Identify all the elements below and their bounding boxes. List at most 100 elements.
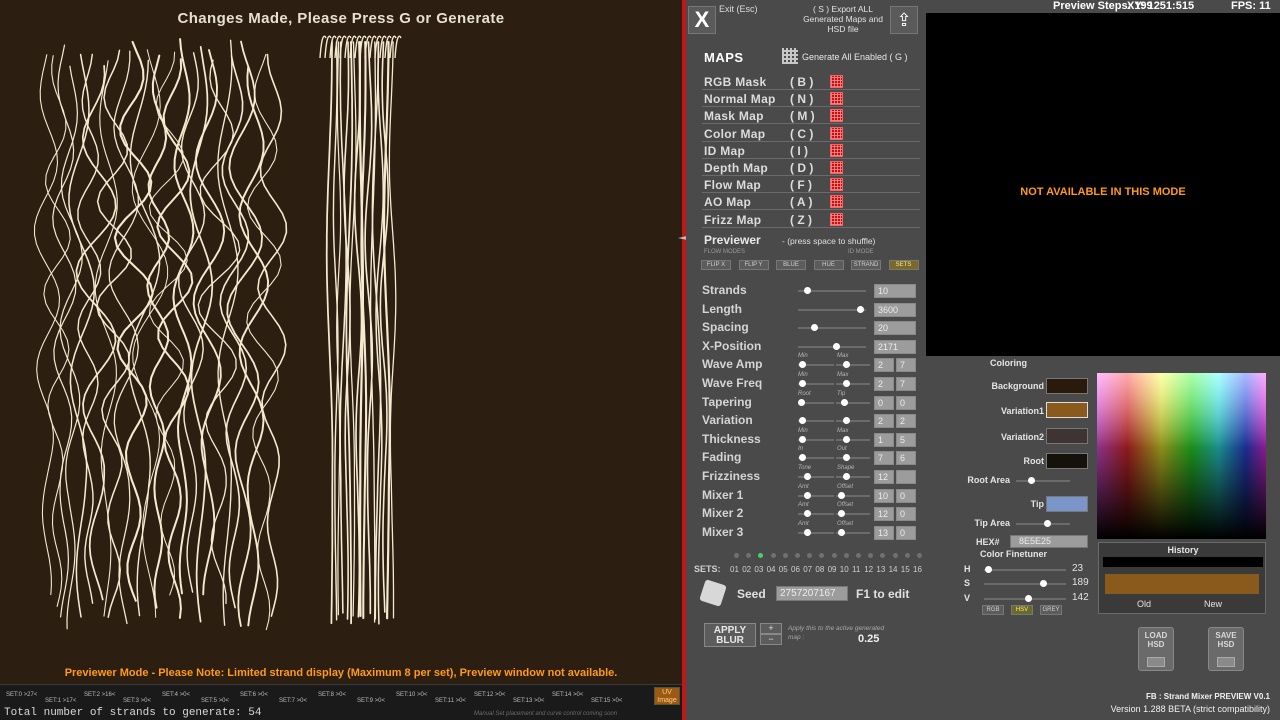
root-swatch[interactable]: [1046, 453, 1088, 469]
dice-icon[interactable]: [699, 579, 727, 607]
set-number[interactable]: 11: [852, 565, 860, 574]
map-row[interactable]: Normal Map ( N ): [702, 91, 920, 108]
h-knob[interactable]: [985, 566, 992, 573]
set-number[interactable]: 01: [730, 565, 739, 574]
param-slider-knob-b[interactable]: [843, 435, 850, 443]
grid-icon[interactable]: [782, 48, 798, 64]
param-value-a[interactable]: 10: [874, 488, 894, 503]
mode-button[interactable]: STRAND: [851, 260, 881, 270]
set-number[interactable]: 14: [889, 565, 898, 574]
load-hsd-button[interactable]: LOAD HSD: [1138, 627, 1174, 671]
param-slider-b[interactable]: [836, 438, 870, 441]
param-value[interactable]: 20: [874, 321, 916, 336]
param-value-b[interactable]: 5: [896, 432, 916, 447]
param-value-a[interactable]: 12: [874, 507, 894, 522]
set-number[interactable]: 04: [767, 565, 776, 574]
param-slider-b[interactable]: [836, 420, 870, 423]
param-slider[interactable]: [798, 345, 866, 348]
map-row[interactable]: Mask Map ( M ): [702, 108, 920, 125]
mode-button[interactable]: FLIP X: [701, 260, 731, 270]
param-slider-knob-b[interactable]: [841, 398, 848, 406]
param-slider-knob-b[interactable]: [843, 380, 850, 387]
mode-button[interactable]: HUE: [813, 260, 844, 270]
param-value-b[interactable]: 6: [896, 451, 916, 466]
param-slider[interactable]: [798, 308, 866, 311]
param-slider-b[interactable]: [836, 457, 870, 460]
apply-blur-button[interactable]: APPLY BLUR: [704, 623, 756, 647]
param-value-a[interactable]: 13: [874, 525, 894, 540]
param-value-b[interactable]: 0: [896, 525, 916, 540]
set-number[interactable]: 08: [815, 565, 824, 574]
v-knob[interactable]: [1025, 595, 1032, 602]
param-value-b[interactable]: 0: [896, 488, 916, 503]
map-enabled-icon[interactable]: [830, 178, 843, 192]
s-knob[interactable]: [1040, 580, 1047, 587]
history-new-swatch[interactable]: [1103, 557, 1263, 567]
set-number[interactable]: 16: [913, 565, 922, 574]
map-row[interactable]: Frizz Map ( Z ): [702, 212, 920, 228]
param-value[interactable]: 10: [874, 284, 916, 298]
param-slider-knob-a[interactable]: [799, 380, 806, 387]
variation1-swatch[interactable]: [1046, 402, 1088, 418]
h-slider[interactable]: [984, 569, 1066, 571]
map-row[interactable]: AO Map ( A ): [702, 194, 920, 211]
color-picker-overlay[interactable]: [1097, 373, 1266, 539]
root-area-slider[interactable]: [1016, 480, 1070, 482]
map-enabled-icon[interactable]: [830, 75, 843, 88]
param-slider-knob-a[interactable]: [799, 454, 806, 462]
map-enabled-icon[interactable]: [830, 126, 843, 140]
hex-field[interactable]: 8E5E25: [1010, 535, 1088, 548]
map-row[interactable]: Color Map ( C ): [702, 126, 920, 142]
param-value[interactable]: 2171: [874, 339, 916, 354]
param-slider-knob-b[interactable]: [838, 491, 845, 499]
set-number[interactable]: 13: [876, 565, 885, 574]
param-value-a[interactable]: 0: [874, 395, 894, 410]
param-value-a[interactable]: 2: [874, 358, 894, 373]
seed-field[interactable]: 2757207167: [776, 586, 848, 601]
root-area-knob[interactable]: [1028, 477, 1035, 484]
param-value-b[interactable]: 7: [896, 358, 916, 373]
map-enabled-icon[interactable]: [830, 212, 843, 226]
param-slider-knob-b[interactable]: [843, 417, 850, 425]
uv-image-button[interactable]: UV Image: [654, 687, 680, 705]
tip-area-knob[interactable]: [1044, 520, 1051, 527]
map-row[interactable]: Depth Map ( D ): [702, 160, 920, 176]
export-all-button[interactable]: ⇪: [890, 6, 918, 34]
s-slider[interactable]: [984, 583, 1066, 585]
color-mode-button[interactable]: GREY: [1040, 605, 1062, 615]
param-value-b[interactable]: 2: [896, 414, 916, 429]
exit-button[interactable]: X: [688, 6, 716, 34]
tip-swatch[interactable]: [1046, 496, 1088, 512]
map-enabled-icon[interactable]: [830, 143, 843, 157]
history-old-swatch[interactable]: [1105, 574, 1259, 594]
strand-viewport[interactable]: Changes Made, Please Press G or Generate…: [0, 0, 682, 720]
param-slider-knob-a[interactable]: [804, 510, 811, 518]
param-value-a[interactable]: 7: [874, 451, 894, 466]
param-slider-knob-b[interactable]: [843, 473, 850, 480]
param-slider-knob-a[interactable]: [804, 491, 811, 499]
param-slider-knob[interactable]: [804, 287, 811, 294]
param-value-a[interactable]: 2: [874, 377, 894, 391]
param-slider-knob[interactable]: [811, 324, 818, 332]
blur-plus-button[interactable]: +: [760, 623, 782, 634]
param-slider[interactable]: [798, 327, 866, 330]
param-slider-knob-a[interactable]: [799, 361, 806, 369]
param-value-b[interactable]: 0: [896, 395, 916, 410]
tip-area-slider[interactable]: [1016, 523, 1070, 525]
param-slider-b[interactable]: [836, 383, 870, 385]
param-slider-knob-a[interactable]: [804, 528, 811, 536]
set-number[interactable]: 03: [754, 565, 763, 574]
param-slider-knob-a[interactable]: [798, 398, 805, 406]
mode-button[interactable]: BLUE: [776, 260, 806, 270]
mode-button[interactable]: FLIP Y: [738, 260, 769, 270]
param-value-b[interactable]: [896, 470, 916, 484]
set-number[interactable]: 02: [742, 565, 751, 574]
param-slider-knob-a[interactable]: [799, 435, 806, 443]
param-slider-knob[interactable]: [857, 305, 864, 313]
param-value-a[interactable]: 12: [874, 470, 894, 484]
param-slider-knob-b[interactable]: [838, 528, 845, 536]
param-value[interactable]: 3600: [874, 302, 916, 317]
param-value-a[interactable]: 1: [874, 432, 894, 447]
param-slider-knob-b[interactable]: [838, 510, 845, 518]
set-number[interactable]: 10: [840, 565, 849, 574]
